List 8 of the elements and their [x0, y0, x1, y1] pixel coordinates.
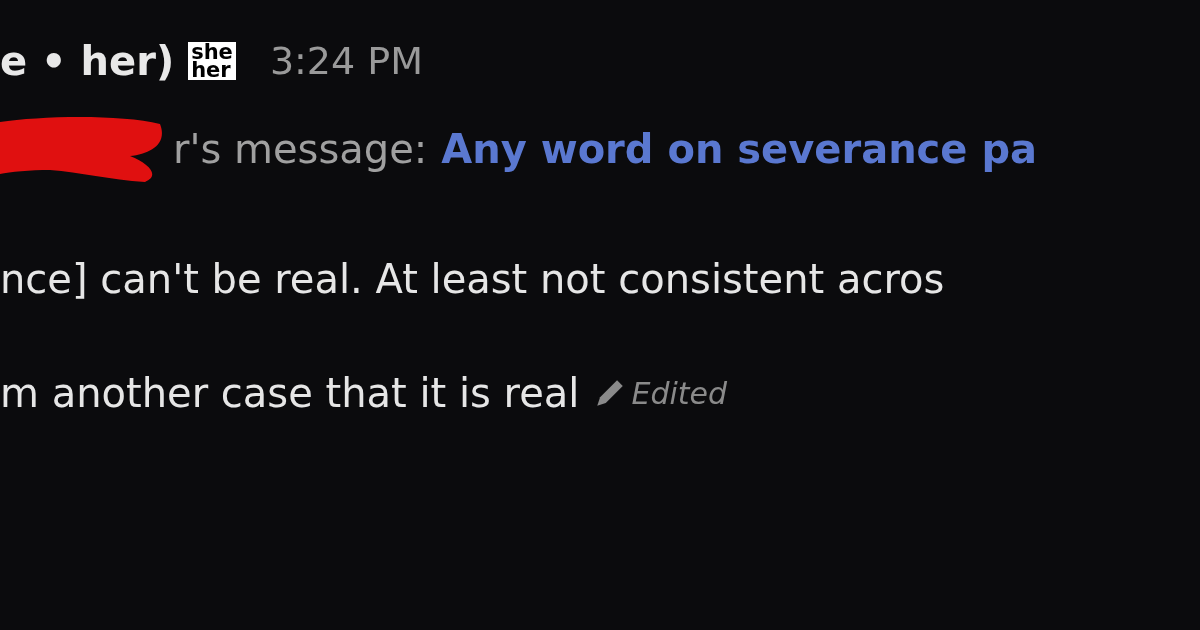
edited-label: Edited — [631, 375, 728, 411]
message-text: m another case that it is real — [0, 370, 580, 416]
author-name[interactable]: e • her) — [0, 38, 175, 84]
pronoun-badge: she her — [188, 42, 236, 80]
message-text: nce] can't be real. At least not consistent acros — [0, 256, 945, 302]
timestamp: 3:24 PM — [269, 39, 423, 83]
quoted-message-link[interactable]: Any word on severance pa — [441, 126, 1037, 172]
reply-prefix: r's message: — [173, 126, 428, 172]
